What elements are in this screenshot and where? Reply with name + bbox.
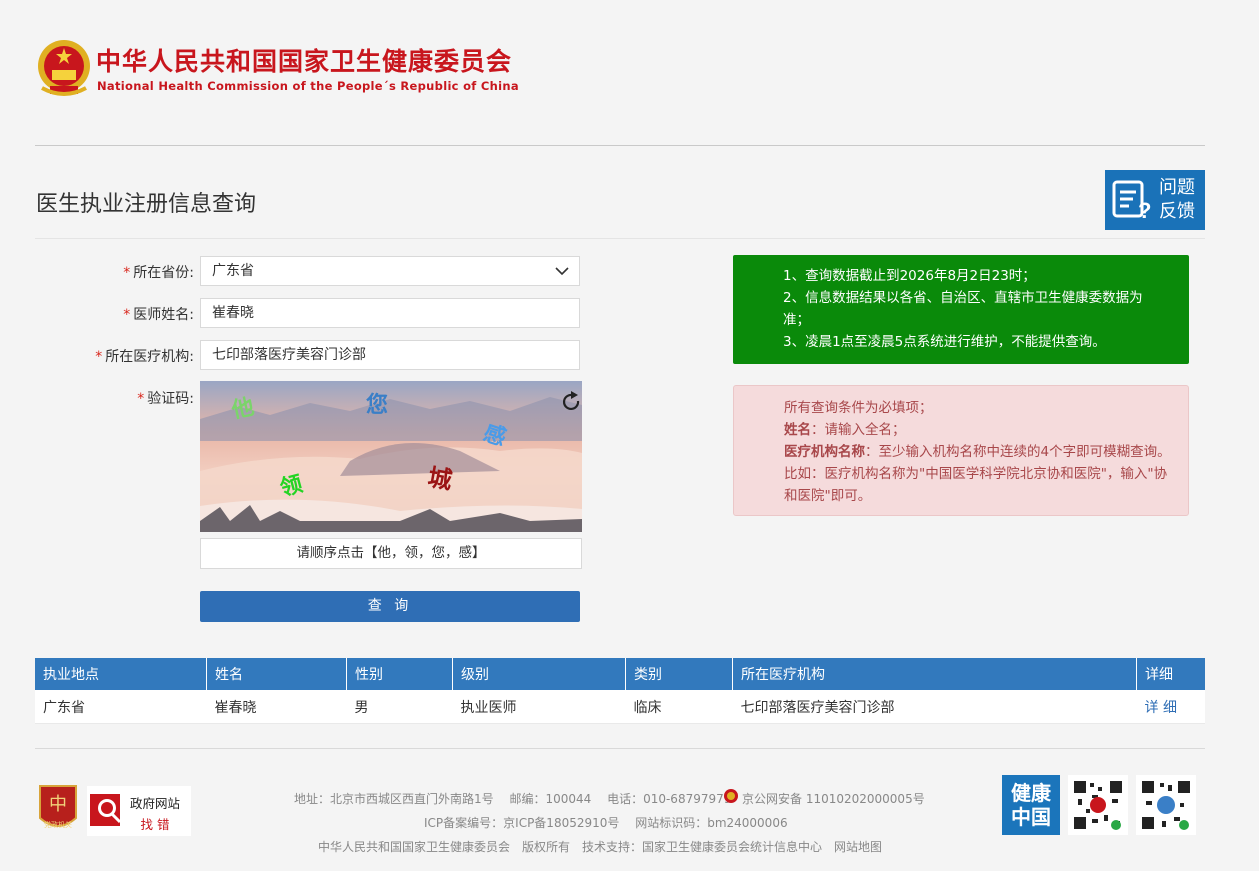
captcha-char-5[interactable]: 城	[426, 463, 454, 495]
notice-green-line1: 1、查询数据截止到2026年8月2日23时；	[783, 268, 1036, 284]
party-gov-badge-label: 党政机关	[44, 820, 72, 829]
province-label-text: 所在省份:	[133, 265, 194, 281]
th-name: 姓名	[206, 658, 347, 690]
table-header-row: 执业地点 姓名 性别 级别 类别 所在医疗机构 详细	[35, 658, 1205, 690]
name-label-text: 医师姓名:	[133, 307, 194, 323]
header-divider	[35, 145, 1205, 146]
th-detail: 详细	[1136, 658, 1205, 690]
notice-name-text: ：请输入全名；	[811, 422, 906, 438]
captcha-hint: 请顺序点击【他，领，您，感】	[200, 538, 582, 569]
refresh-icon[interactable]	[560, 391, 582, 413]
feedback-button[interactable]: ? 问题 反馈	[1105, 170, 1205, 230]
notice-pink-name: 姓名：请输入全名；	[784, 419, 1172, 441]
required-mark: *	[95, 349, 103, 365]
name-label: * 医师姓名:	[0, 304, 194, 324]
results-table: 执业地点 姓名 性别 级别 类别 所在医疗机构 详细 广东省 崔春晓 男 执业医…	[35, 658, 1205, 724]
feedback-label-line2: 反馈	[1159, 201, 1195, 222]
cell-level: 执业医师	[452, 690, 626, 724]
cell-org: 七印部落医疗美容门诊部	[732, 690, 1137, 724]
captcha-image[interactable]: 他 您 感 领 城	[200, 381, 582, 532]
required-mark: *	[137, 391, 145, 407]
chevron-down-icon	[555, 267, 569, 276]
org-label: * 所在医疗机构:	[0, 346, 194, 366]
gov-site-error-badge[interactable]: 政府网站 找 错	[87, 786, 191, 836]
province-select-value: 广东省	[212, 263, 254, 279]
required-mark: *	[123, 265, 131, 281]
th-location: 执业地点	[35, 658, 207, 690]
cell-gender: 男	[346, 690, 453, 724]
notice-pink-org: 医疗机构名称：至少输入机构名称中连续的4个字即可模糊查询。比如：医疗机构名称为"…	[784, 441, 1172, 507]
footer-divider	[35, 748, 1205, 749]
svg-text:中: 中	[49, 794, 67, 815]
national-emblem-icon	[36, 38, 92, 98]
cell-location: 广东省	[35, 690, 207, 724]
police-badge-icon	[723, 788, 739, 804]
party-gov-badge[interactable]: 中 党政机关	[36, 784, 80, 836]
province-select[interactable]: 广东省	[200, 256, 580, 286]
required-mark: *	[123, 307, 131, 323]
notice-requirements: 所有查询条件为必填项； 姓名：请输入全名； 医疗机构名称：至少输入机构名称中连续…	[733, 385, 1189, 516]
captcha-label: * 验证码:	[0, 388, 194, 408]
footer-police-record[interactable]: 京公网安备 11010202000005号	[742, 790, 925, 807]
brand-title-en: National Health Commission of the People…	[97, 79, 519, 93]
footer-copyright: 中华人民共和国国家卫生健康委员会 版权所有 技术支持：国家卫生健康委员会统计信息…	[318, 840, 883, 854]
org-label-text: 所在医疗机构:	[105, 349, 194, 365]
captcha-label-text: 验证码:	[147, 391, 194, 407]
province-label: * 所在省份:	[0, 262, 194, 282]
captcha-char-2[interactable]: 您	[366, 392, 388, 418]
footer-icp[interactable]: ICP备案编号：京ICP备18052910号 网站标识码：bm24000006	[424, 814, 788, 831]
notice-green-line3: 3、凌晨1点至凌晨5点系统进行维护，不能提供查询。	[783, 334, 1106, 350]
svg-text:?: ?	[1138, 198, 1151, 222]
notice-pink-line1: 所有查询条件为必填项；	[784, 400, 933, 416]
feedback-label-line1: 问题	[1159, 177, 1195, 198]
notice-org-key: 医疗机构名称	[784, 444, 865, 460]
th-category: 类别	[625, 658, 733, 690]
footer-address: 地址：北京市西城区西直门外南路1号 邮编：100044 电话：010-68797…	[294, 792, 732, 806]
healthy-china-label: 健康中国	[1011, 781, 1051, 829]
brand-title-cn: 中华人民共和国国家卫生健康委员会	[96, 47, 513, 76]
notice-info-green: 1、查询数据截止到2026年8月2日23时； 2、信息数据结果以各省、自治区、直…	[733, 255, 1189, 364]
notice-name-key: 姓名	[784, 422, 811, 438]
th-gender: 性别	[346, 658, 453, 690]
feedback-icon: ?	[1112, 180, 1151, 222]
table-row: 广东省 崔春晓 男 执业医师 临床 七印部落医疗美容门诊部 详 细	[35, 690, 1205, 724]
find-error-label: 找 错	[141, 817, 170, 832]
gov-site-label: 政府网站	[130, 796, 180, 811]
cell-category: 临床	[625, 690, 733, 724]
detail-link[interactable]: 详 细	[1136, 690, 1205, 724]
medical-org-input[interactable]: 七印部落医疗美容门诊部	[200, 340, 580, 370]
qr-code-2	[1136, 775, 1196, 835]
query-button[interactable]: 查 询	[200, 591, 580, 622]
th-org: 所在医疗机构	[732, 658, 1137, 690]
qr-code-1	[1068, 775, 1128, 835]
cell-name: 崔春晓	[206, 690, 347, 724]
doctor-name-input[interactable]: 崔春晓	[200, 298, 580, 328]
th-level: 级别	[452, 658, 626, 690]
page-title: 医生执业注册信息查询	[36, 192, 257, 217]
healthy-china-logo[interactable]: 健康中国	[1002, 775, 1060, 835]
notice-green-line2: 2、信息数据结果以各省、自治区、直辖市卫生健康委数据为准；	[783, 290, 1143, 328]
title-divider	[35, 238, 1205, 239]
